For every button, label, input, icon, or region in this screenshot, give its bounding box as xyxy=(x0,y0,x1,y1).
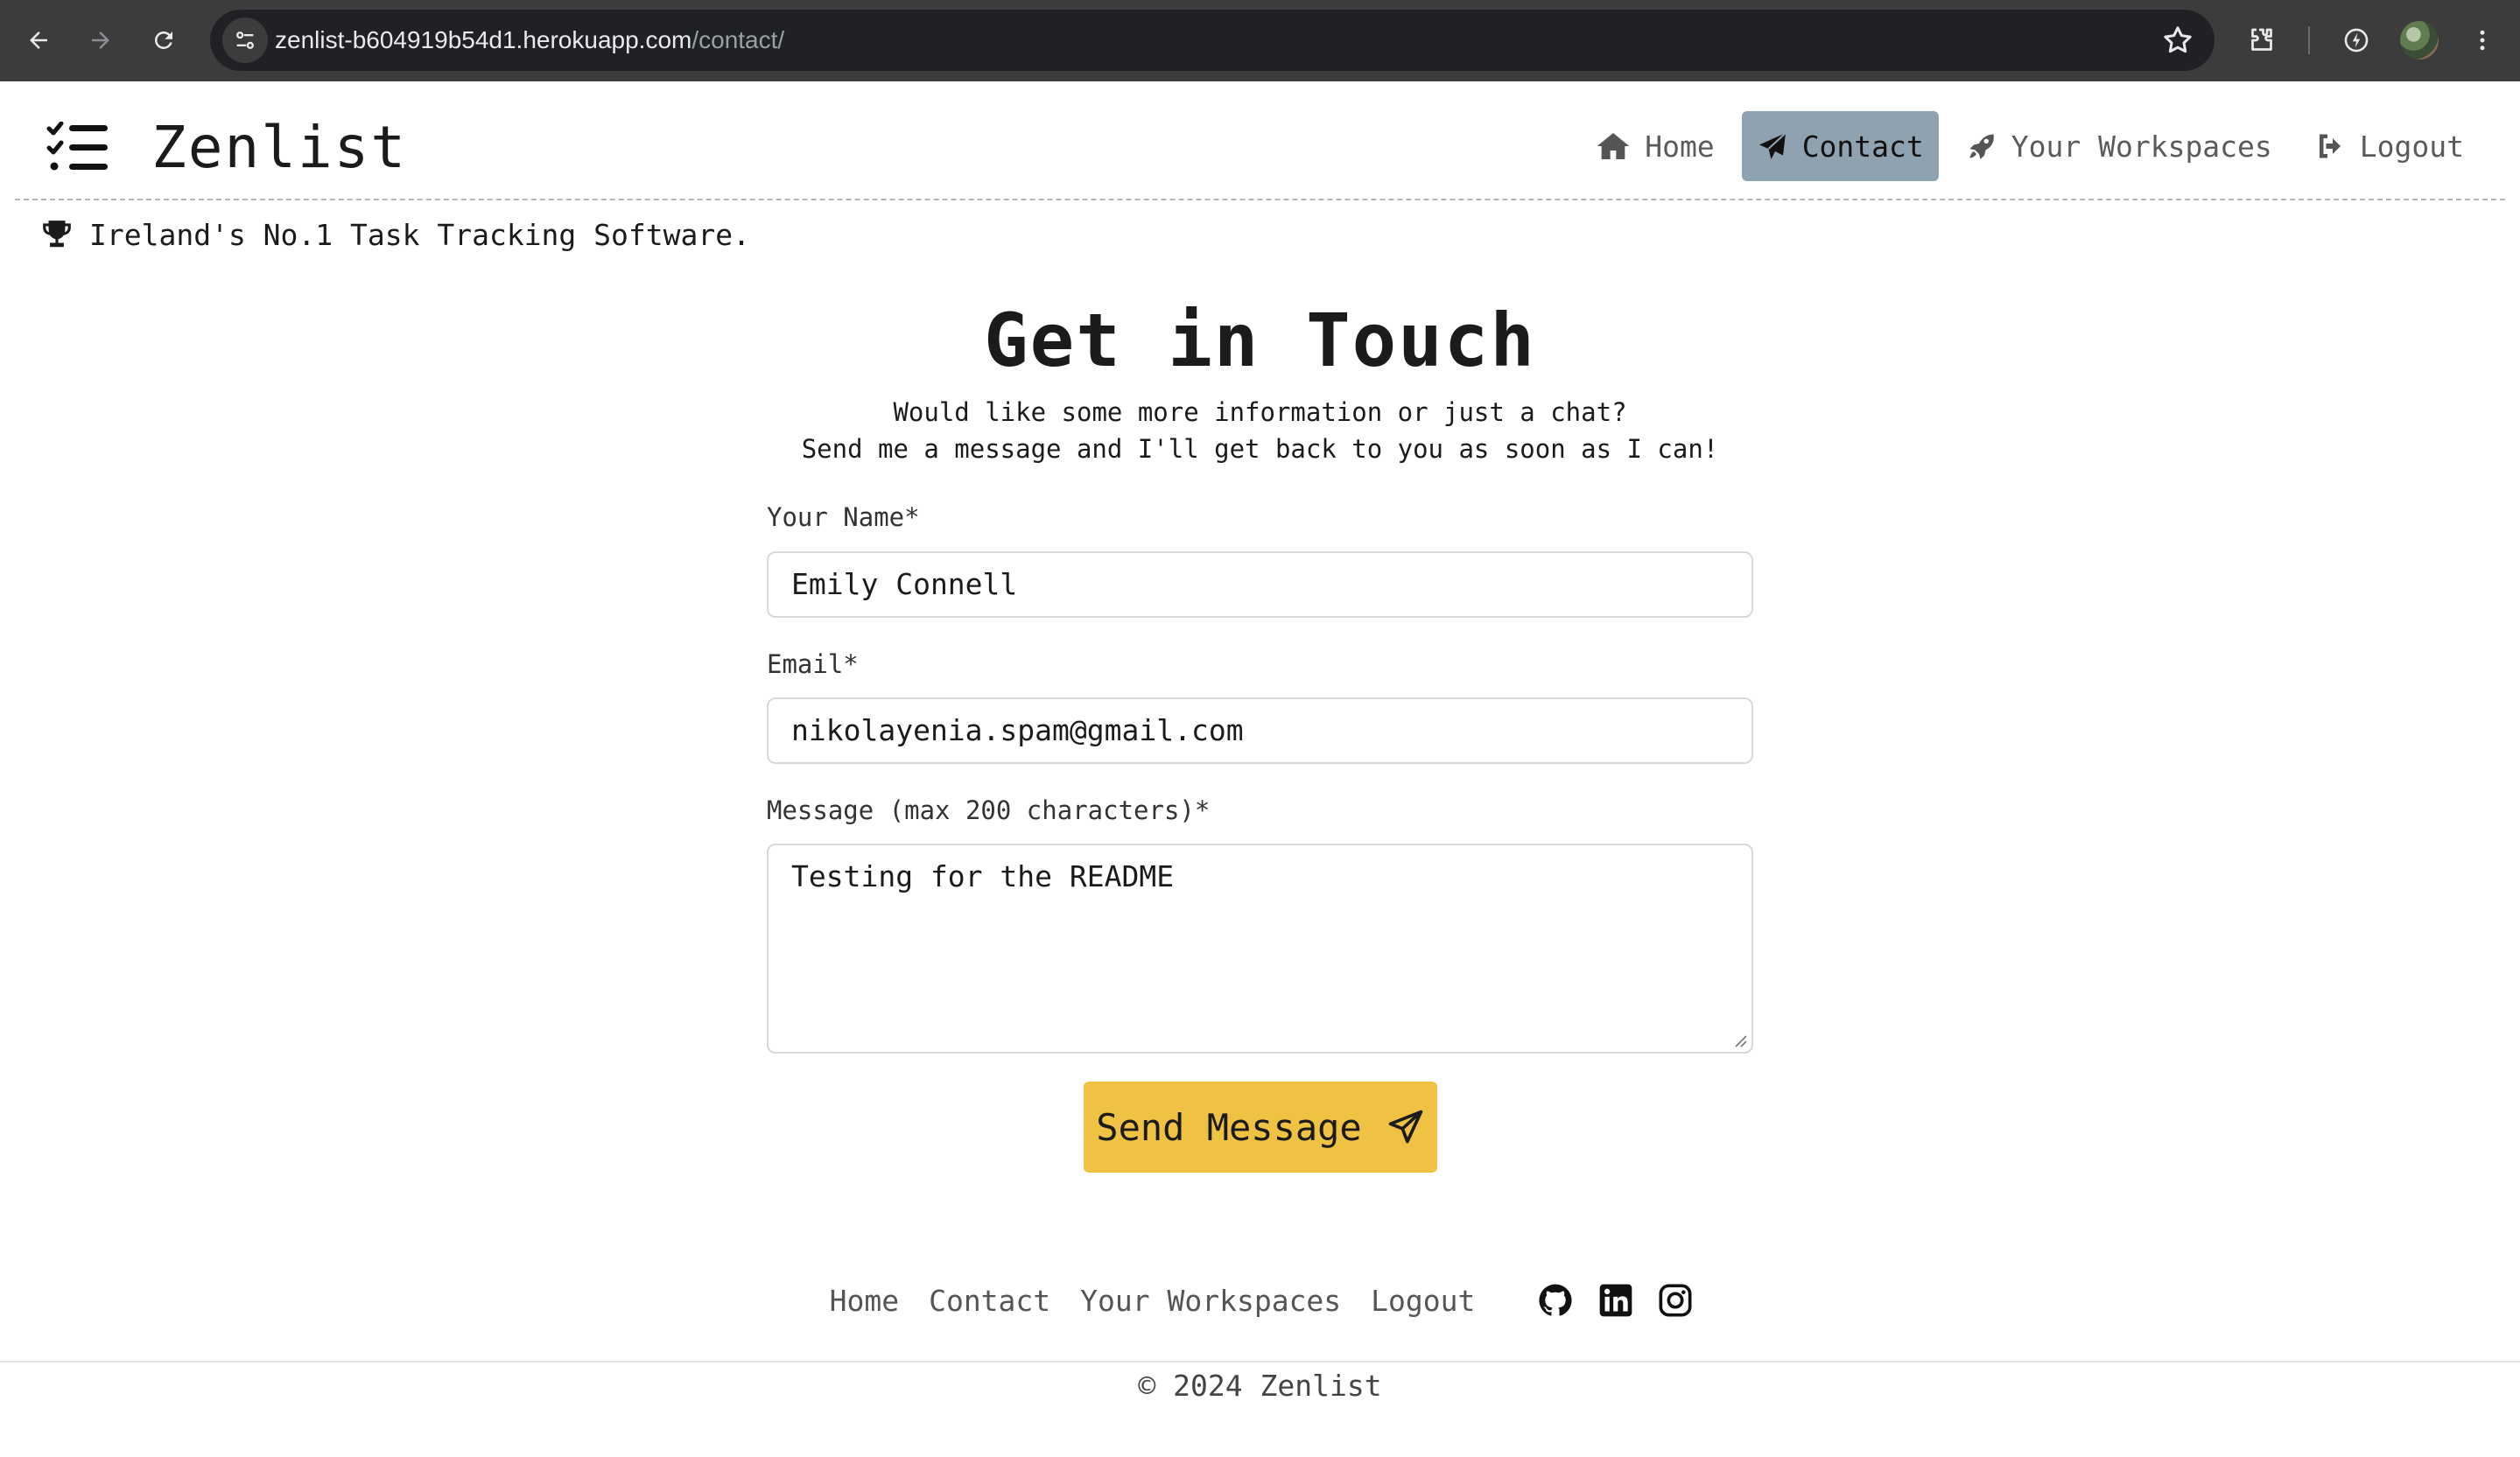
name-value: Emily Connell xyxy=(791,567,1018,601)
resize-grip-icon[interactable] xyxy=(1732,1033,1748,1048)
page-title: Get in Touch xyxy=(984,298,1536,383)
performance-button[interactable] xyxy=(2334,18,2379,63)
logout-icon xyxy=(2319,134,2341,158)
bookmark-star-icon xyxy=(2164,26,2192,53)
message-textarea[interactable]: Testing for the README xyxy=(767,844,1753,1054)
nav-home-label: Home xyxy=(1645,129,1715,164)
intro-line-1: Would like some more information or just… xyxy=(893,397,1627,427)
forward-button[interactable] xyxy=(78,18,123,63)
instagram-icon[interactable] xyxy=(1658,1283,1693,1318)
brand-link[interactable]: Zenlist xyxy=(46,113,408,181)
more-menu-button[interactable] xyxy=(2460,18,2505,63)
nav-contact[interactable]: Contact xyxy=(1741,111,1939,181)
more-menu-icon xyxy=(2480,30,2485,51)
nav-logout[interactable]: Logout xyxy=(2299,111,2479,181)
nav-logout-label: Logout xyxy=(2359,129,2464,164)
social-links xyxy=(1525,1282,1705,1319)
message-label: Message (max 200 characters)* xyxy=(767,795,1211,825)
linkedin-icon[interactable] xyxy=(1598,1283,1633,1318)
send-message-button[interactable]: Send Message xyxy=(1084,1082,1437,1173)
footer-divider xyxy=(0,1361,2520,1362)
name-field[interactable]: Emily Connell xyxy=(767,551,1753,618)
main-nav: Home Contact Your Workspaces Logout xyxy=(1569,111,2479,181)
back-icon xyxy=(30,32,47,49)
footer-link-workspaces[interactable]: Your Workspaces xyxy=(1080,1284,1341,1318)
performance-icon xyxy=(2344,28,2369,53)
footer-link-logout[interactable]: Logout xyxy=(1371,1284,1475,1318)
site-info-button[interactable] xyxy=(222,18,268,63)
site-info-icon xyxy=(236,32,254,49)
nav-contact-label: Contact xyxy=(1801,129,1924,164)
email-label: Email* xyxy=(767,649,859,679)
name-label: Your Name* xyxy=(767,502,920,532)
footer-link-home[interactable]: Home xyxy=(830,1284,899,1318)
footer-nav: Home Contact Your Workspaces Logout xyxy=(0,1279,2520,1321)
url-path: /contact/ xyxy=(691,26,785,53)
nav-workspaces[interactable]: Your Workspaces xyxy=(1951,111,2287,181)
nav-workspaces-label: Your Workspaces xyxy=(2011,129,2272,164)
url-text[interactable]: zenlist-b604919b54d1.herokuapp.com/conta… xyxy=(275,10,784,71)
home-icon xyxy=(1597,133,1630,159)
url-host: zenlist-b604919b54d1.herokuapp.com xyxy=(275,26,692,53)
tagline-text: Ireland's No.1 Task Tracking Software. xyxy=(89,217,750,252)
send-message-label: Send Message xyxy=(1096,1105,1362,1149)
task-list-icon xyxy=(46,122,108,171)
message-value: Testing for the README xyxy=(791,859,1175,893)
site-header: Zenlist Home Contact Your Workspaces Log… xyxy=(15,81,2505,200)
email-value: nikolayenia.spam@gmail.com xyxy=(791,713,1244,747)
intro-line-2: Send me a message and I'll get back to y… xyxy=(801,434,1719,464)
rocket-icon xyxy=(1969,134,1994,159)
extensions-icon xyxy=(2251,28,2272,51)
reload-button[interactable] xyxy=(141,18,186,63)
profile-avatar[interactable] xyxy=(2400,21,2439,60)
paper-plane-icon xyxy=(1758,132,1786,159)
brand-name: Zenlist xyxy=(151,113,408,181)
nav-home[interactable]: Home xyxy=(1581,111,1729,181)
trophy-icon xyxy=(43,221,71,248)
footer-link-contact[interactable]: Contact xyxy=(929,1284,1050,1318)
browser-toolbar: zenlist-b604919b54d1.herokuapp.com/conta… xyxy=(0,0,2520,81)
forward-icon xyxy=(92,32,109,49)
bookmark-button[interactable] xyxy=(2160,23,2195,58)
github-icon[interactable] xyxy=(1537,1282,1574,1319)
copyright: © 2024 Zenlist xyxy=(1138,1369,1382,1403)
address-bar[interactable]: zenlist-b604919b54d1.herokuapp.com/conta… xyxy=(210,10,2215,71)
tagline: Ireland's No.1 Task Tracking Software. xyxy=(40,214,750,255)
paper-plane-icon xyxy=(1388,1110,1422,1144)
extensions-button[interactable] xyxy=(2239,18,2285,63)
toolbar-separator xyxy=(2308,26,2310,54)
reload-icon xyxy=(154,31,172,49)
back-button[interactable] xyxy=(16,18,61,63)
email-field[interactable]: nikolayenia.spam@gmail.com xyxy=(767,697,1753,764)
